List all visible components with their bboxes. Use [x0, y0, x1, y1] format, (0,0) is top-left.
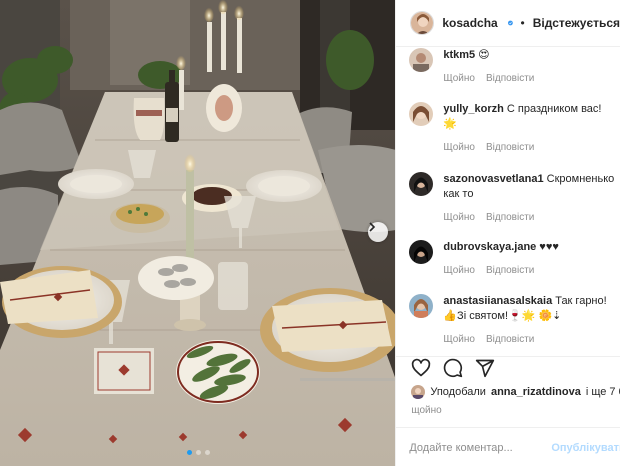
commenter-avatar-image — [409, 240, 434, 264]
commenter-avatar-image — [409, 48, 434, 72]
post-actions: Уподобали anna_rizatdinova і ще 7 02 щой… — [396, 356, 620, 466]
comment-username[interactable]: dubrovskaya.jane — [443, 241, 536, 253]
share-icon[interactable] — [475, 357, 495, 379]
user-avatar-image — [411, 12, 434, 34]
comment-username[interactable]: ktkm5 — [443, 49, 475, 61]
comment-item: anastasiianasalskaia Так гарно! 👍Зі свято… — [409, 294, 612, 347]
heart-icon[interactable] — [411, 357, 431, 379]
post-photo[interactable] — [0, 0, 396, 466]
post-header: kosadcha • Відстежується — [396, 0, 620, 47]
avatar[interactable] — [409, 102, 434, 126]
comment-input[interactable] — [409, 441, 552, 454]
comment-username[interactable]: yully_korzh — [443, 103, 504, 115]
comment-time: Щойно — [443, 265, 475, 276]
comment-item: dubrovskaya.jane ♥♥♥ Щойно Відповісти — [409, 240, 612, 278]
carousel-dots — [0, 450, 395, 455]
liked-by-count[interactable]: і ще 7 02 — [586, 386, 620, 398]
post-author-username[interactable]: kosadcha — [442, 16, 497, 30]
publish-button[interactable]: Опублікувати — [551, 442, 620, 454]
next-photo-button[interactable] — [368, 222, 388, 242]
comment-time: Щойно — [443, 334, 475, 345]
comment-username[interactable]: anastasiianasalskaia — [443, 295, 552, 307]
comment-time: Щойно — [443, 73, 475, 84]
comment-username[interactable]: sazonovasvetlana1 — [443, 173, 543, 185]
reply-button[interactable]: Відповісти — [486, 332, 534, 347]
carousel-dot — [186, 450, 192, 455]
carousel-dot — [195, 450, 201, 455]
commenter-avatar-image — [409, 102, 434, 126]
avatar[interactable] — [409, 240, 434, 264]
liked-by-user[interactable]: anna_rizatdinova — [491, 386, 581, 398]
avatar[interactable] — [409, 172, 434, 196]
liked-by-prefix: Уподобали — [430, 386, 486, 398]
comment-composer: Опублікувати — [396, 427, 620, 466]
post-modal: kosadcha • Відстежується ktkm5 😍 Щойно В… — [0, 0, 620, 466]
comment-time: Щойно — [443, 212, 475, 223]
liker-avatar-image — [411, 385, 426, 399]
post-time: щойно — [411, 405, 442, 416]
chevron-right-icon — [369, 222, 376, 232]
avatar[interactable] — [409, 48, 434, 72]
comment-item: ktkm5 😍 Щойно Відповісти — [409, 48, 612, 86]
avatar[interactable] — [409, 294, 434, 318]
header-separator: • — [520, 16, 525, 30]
comment-item: sazonovasvetlana1 Скромненько как то Щойн… — [409, 172, 614, 225]
avatar[interactable] — [410, 11, 435, 35]
carousel-dot — [204, 450, 210, 455]
table-scene-image — [0, 0, 396, 466]
reply-button[interactable]: Відповісти — [486, 140, 534, 155]
comment-text: 😍 — [478, 49, 490, 61]
reply-button[interactable]: Відповісти — [486, 263, 534, 278]
comment-time: Щойно — [443, 142, 475, 153]
post-side-panel: kosadcha • Відстежується ktkm5 😍 Щойно В… — [395, 0, 620, 466]
following-button[interactable]: Відстежується — [533, 16, 620, 30]
commenter-avatar-image — [409, 172, 434, 196]
comment-text: ♥♥♥ — [539, 241, 559, 253]
comment-icon[interactable] — [443, 357, 463, 379]
liked-by-row: Уподобали anna_rizatdinova і ще 7 02 — [411, 385, 620, 399]
commenter-avatar-image — [409, 294, 434, 318]
verified-badge-icon — [507, 20, 513, 26]
reply-button[interactable]: Відповісти — [486, 71, 534, 86]
avatar — [411, 385, 426, 399]
reply-button[interactable]: Відповісти — [486, 210, 534, 225]
comment-item: yully_korzh С праздником вас! 🌟 Щойно Від… — [409, 102, 612, 155]
